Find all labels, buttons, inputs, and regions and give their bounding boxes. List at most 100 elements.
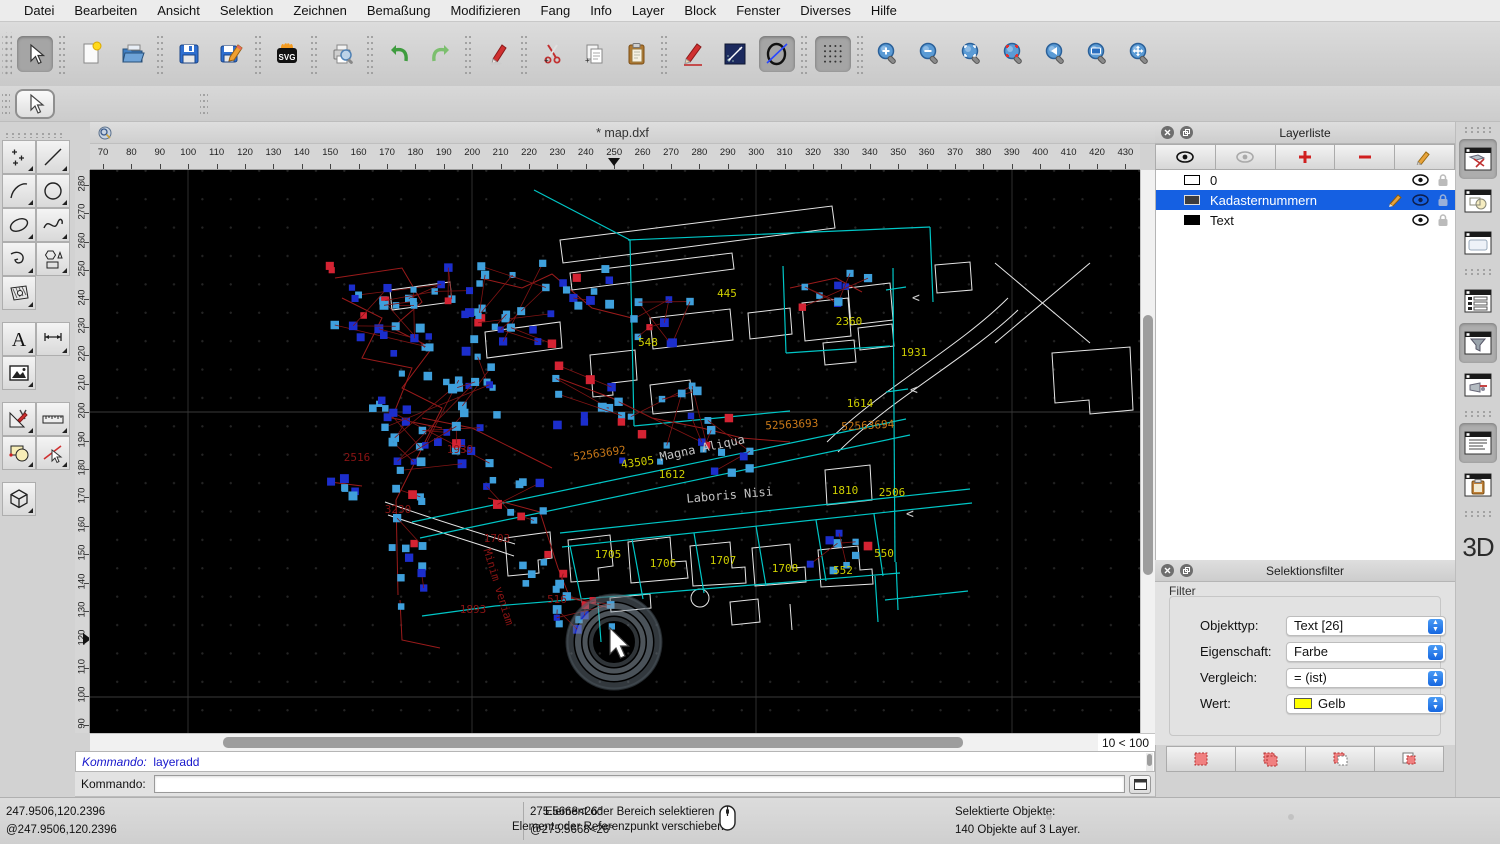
zoom-previous-button[interactable] xyxy=(1039,36,1075,72)
copy-button[interactable]: + xyxy=(577,36,613,72)
command-input[interactable] xyxy=(154,775,1125,793)
export-svg-button[interactable]: SVG xyxy=(269,36,305,72)
save-as-button[interactable] xyxy=(213,36,249,72)
circle-tool-button[interactable] xyxy=(36,174,70,208)
dockbar-drag-handle[interactable] xyxy=(1463,126,1493,134)
select-subtract-button[interactable] xyxy=(1306,746,1375,772)
zoom-selection-button[interactable] xyxy=(997,36,1033,72)
horizontal-scrollbar-thumb[interactable] xyxy=(223,737,963,748)
new-file-button[interactable] xyxy=(73,36,109,72)
draw-line-button[interactable] xyxy=(717,36,753,72)
layer-visible-eye-icon[interactable] xyxy=(1412,194,1429,206)
layer-row-kadasternummern[interactable]: Kadasternummern xyxy=(1156,190,1455,210)
menu-ansicht[interactable]: Ansicht xyxy=(147,3,210,18)
remove-layer-button[interactable] xyxy=(1335,144,1395,170)
property-editor-toggle-button[interactable] xyxy=(1459,281,1497,321)
pan-button[interactable] xyxy=(1123,36,1159,72)
redo-button[interactable] xyxy=(423,36,459,72)
detach-icon[interactable] xyxy=(1180,564,1193,577)
cut-button[interactable]: + xyxy=(535,36,571,72)
select-line-tool-button[interactable] xyxy=(36,436,70,470)
grid-toggle-button[interactable] xyxy=(815,36,851,72)
show-all-eye-button[interactable] xyxy=(1155,144,1216,170)
layer-visible-eye-icon[interactable] xyxy=(1412,174,1429,186)
palette-drag-handle[interactable] xyxy=(4,132,66,138)
text-tool-button[interactable]: A xyxy=(2,322,36,356)
menu-info[interactable]: Info xyxy=(580,3,622,18)
menu-modifizieren[interactable]: Modifizieren xyxy=(440,3,530,18)
menu-selektion[interactable]: Selektion xyxy=(210,3,283,18)
line-tool-button[interactable] xyxy=(36,140,70,174)
command-history-toggle-button[interactable] xyxy=(1459,423,1497,463)
layer-row-text[interactable]: Text xyxy=(1156,210,1455,230)
open-file-button[interactable] xyxy=(115,36,151,72)
history-scrollbar[interactable] xyxy=(1146,753,1153,771)
menu-bearbeiten[interactable]: Bearbeiten xyxy=(64,3,147,18)
menu-zeichnen[interactable]: Zeichnen xyxy=(283,3,356,18)
spline-tool-button[interactable] xyxy=(36,208,70,242)
zoom-window-button[interactable] xyxy=(1081,36,1117,72)
points-tool-button[interactable] xyxy=(2,140,36,174)
menu-diverses[interactable]: Diverses xyxy=(790,3,861,18)
command-dock-button[interactable] xyxy=(1129,775,1151,794)
zoom-in-button[interactable] xyxy=(871,36,907,72)
toolbar-drag-handle[interactable] xyxy=(2,90,10,118)
close-icon[interactable] xyxy=(1161,126,1174,139)
measure-tool-button[interactable] xyxy=(36,402,70,436)
3d-workspace-label[interactable]: 3D xyxy=(1462,532,1493,563)
polyline-tool-button[interactable] xyxy=(2,242,36,276)
layer-row-0[interactable]: 0 xyxy=(1156,170,1455,190)
menu-layer[interactable]: Layer xyxy=(622,3,675,18)
document-titlebar[interactable]: * map.dxf xyxy=(90,122,1155,144)
pen-settings-toggle-button[interactable] xyxy=(1459,365,1497,405)
save-button[interactable] xyxy=(171,36,207,72)
shapes-tool-button[interactable] xyxy=(36,242,70,276)
menu-fenster[interactable]: Fenster xyxy=(726,3,790,18)
cad-tools-tool-button[interactable] xyxy=(2,402,36,436)
image-tool-button[interactable] xyxy=(2,356,36,390)
hide-all-eye-button[interactable] xyxy=(1216,144,1276,170)
solid-tool-button[interactable] xyxy=(2,482,36,516)
add-layer-button[interactable] xyxy=(1276,144,1336,170)
eraser-button[interactable] xyxy=(479,36,515,72)
detach-icon[interactable] xyxy=(1180,126,1193,139)
ellipse-tool-button[interactable] xyxy=(2,208,36,242)
block-tool-button[interactable] xyxy=(2,436,36,470)
menu-datei[interactable]: Datei xyxy=(14,3,64,18)
pointer-button[interactable] xyxy=(17,36,53,72)
toolbar-drag-handle[interactable] xyxy=(200,90,208,118)
filter-combo-eigenschaft[interactable]: Farbe▲▼ xyxy=(1286,642,1446,662)
select-add-button[interactable] xyxy=(1236,746,1305,772)
pointer-tool-button[interactable] xyxy=(15,89,55,119)
layer-lock-icon[interactable] xyxy=(1437,213,1449,227)
hatch-tool-button[interactable] xyxy=(2,276,36,310)
library-browser-toggle-button[interactable] xyxy=(1459,223,1497,263)
edit-layer-button[interactable] xyxy=(1395,144,1455,170)
layer-lock-icon[interactable] xyxy=(1437,193,1449,207)
layer-visible-eye-icon[interactable] xyxy=(1412,214,1429,226)
selection-filter-toggle-button[interactable] xyxy=(1459,323,1497,363)
horizontal-scrollbar[interactable]: 10 < 100 xyxy=(90,733,1155,751)
zoom-auto-button[interactable] xyxy=(955,36,991,72)
clipboard-panel-toggle-button[interactable] xyxy=(1459,465,1497,505)
filter-combo-vergleich[interactable]: = (ist)▲▼ xyxy=(1286,668,1446,688)
layer-lock-icon[interactable] xyxy=(1437,173,1449,187)
edit-pencil-button[interactable] xyxy=(675,36,711,72)
menu-block[interactable]: Block xyxy=(674,3,726,18)
vertical-scrollbar-thumb[interactable] xyxy=(1143,315,1153,575)
dimension-tool-button[interactable] xyxy=(36,322,70,356)
menu-hilfe[interactable]: Hilfe xyxy=(861,3,907,18)
vertical-scrollbar[interactable] xyxy=(1140,170,1155,733)
select-replace-button[interactable] xyxy=(1166,746,1236,772)
filter-combo-wert[interactable]: Gelb▲▼ xyxy=(1286,694,1446,714)
draw-ellipse-button[interactable] xyxy=(759,36,795,72)
undo-button[interactable] xyxy=(381,36,417,72)
drawing-canvas[interactable]: 4452360548193116141612435051810250617051… xyxy=(90,170,1140,733)
menu-bemaßung[interactable]: Bemaßung xyxy=(357,3,441,18)
paste-button[interactable] xyxy=(619,36,655,72)
zoom-out-button[interactable] xyxy=(913,36,949,72)
print-preview-button[interactable] xyxy=(325,36,361,72)
arc-tool-button[interactable] xyxy=(2,174,36,208)
layer-list-toggle-button[interactable] xyxy=(1459,139,1497,179)
select-intersect-button[interactable] xyxy=(1375,746,1444,772)
